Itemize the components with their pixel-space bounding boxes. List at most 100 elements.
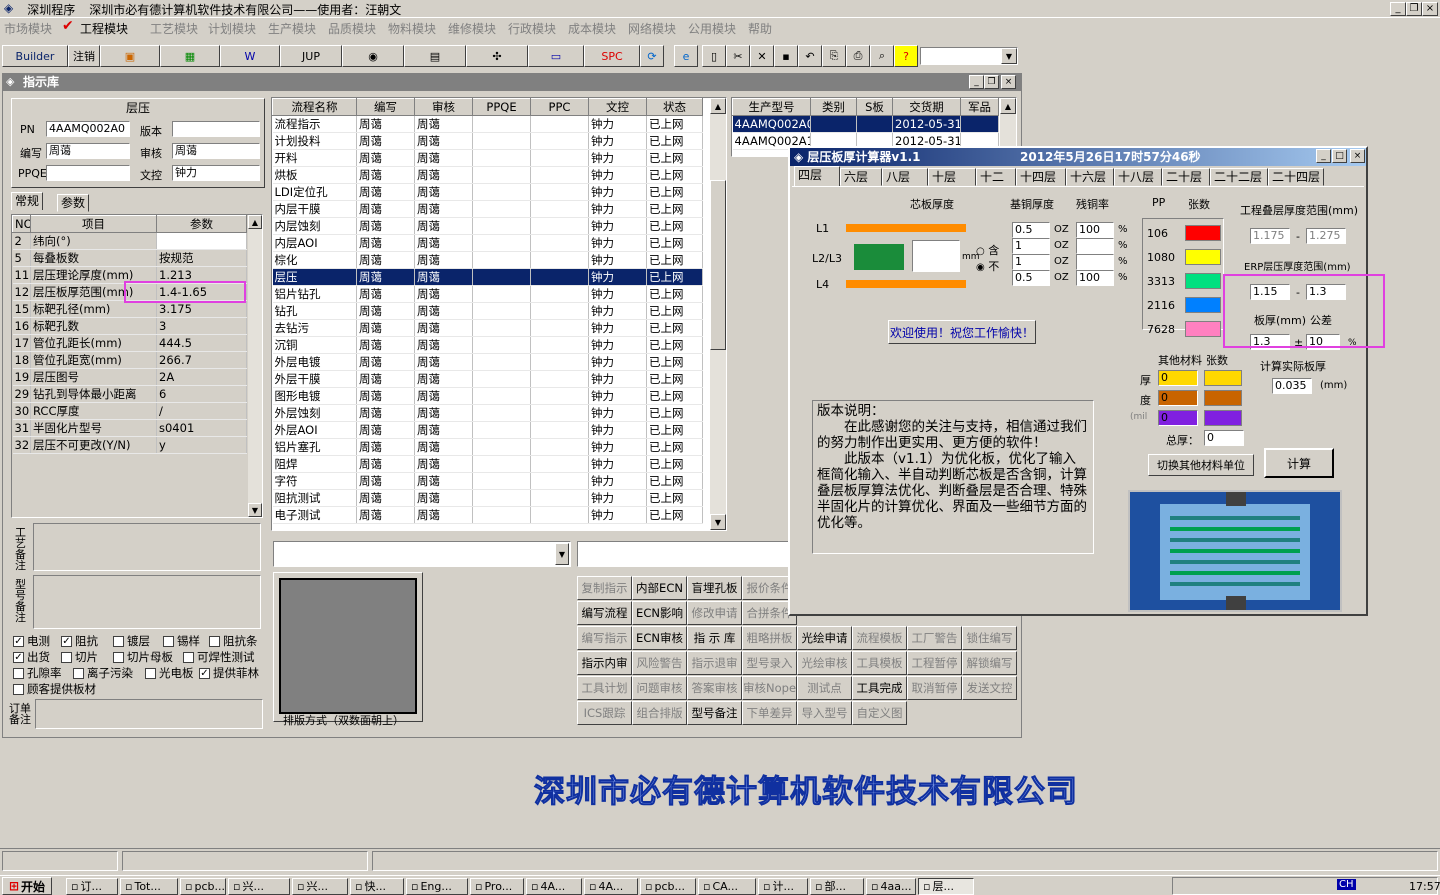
- process-col-header[interactable]: 文控: [588, 98, 647, 116]
- chevron-down-icon[interactable]: ▼: [1001, 48, 1017, 64]
- scroll-up-icon[interactable]: ▲: [1000, 98, 1016, 114]
- language-indicator[interactable]: CH: [1337, 879, 1356, 890]
- toolbar-combo[interactable]: ▼: [920, 47, 1018, 65]
- taskbar-item[interactable]: ▫ CA...: [698, 878, 756, 895]
- other-brown-field[interactable]: 0: [1158, 390, 1198, 406]
- menu-engineering[interactable]: 工程模块: [80, 20, 128, 37]
- excel-icon[interactable]: ▦: [160, 45, 220, 67]
- param-value[interactable]: 按规范: [156, 249, 247, 267]
- taskbar-item[interactable]: ▫ 层...: [918, 878, 974, 895]
- param-row[interactable]: 29 钻孔到导体最小距离 6: [12, 385, 247, 403]
- action-button[interactable]: 编写指示: [577, 626, 632, 650]
- residual-copper-field[interactable]: 100: [1076, 270, 1114, 286]
- range-min-field[interactable]: 1.175: [1250, 228, 1290, 244]
- param-value[interactable]: [156, 232, 247, 250]
- calc-maximize-button[interactable]: □: [1332, 149, 1347, 163]
- tab-layer[interactable]: 十层: [928, 168, 976, 186]
- params-scrollbar[interactable]: ▲ ▼: [248, 215, 262, 517]
- residual-copper-field[interactable]: [1076, 238, 1114, 254]
- option-checkbox[interactable]: 切片母板: [113, 649, 173, 665]
- action-button[interactable]: 下单差异: [742, 701, 797, 725]
- process-row[interactable]: 图形电镀 周蔼 周蔼 钟力 已上网: [272, 387, 703, 405]
- process-row[interactable]: 外层蚀刻 周蔼 周蔼 钟力 已上网: [272, 404, 703, 422]
- action-button[interactable]: 组合排版: [632, 701, 687, 725]
- option-checkbox[interactable]: 可焊性测试: [183, 649, 255, 665]
- action-button[interactable]: 导入型号: [797, 701, 852, 725]
- delete-icon[interactable]: ✕: [750, 45, 774, 67]
- model-note-input[interactable]: [33, 575, 261, 629]
- menu-market[interactable]: 市场模块: [4, 20, 52, 37]
- taskbar-item[interactable]: ▫ 部...: [810, 878, 864, 895]
- param-row[interactable]: 18 管位孔距宽(mm) 266.7: [12, 351, 247, 369]
- scroll-up-icon[interactable]: ▲: [248, 215, 262, 229]
- scroll-down-icon[interactable]: ▼: [248, 503, 262, 517]
- minimize-button[interactable]: _: [1390, 2, 1406, 16]
- action-button[interactable]: ECN审核: [632, 626, 687, 650]
- range-max-field[interactable]: 1.275: [1306, 228, 1346, 244]
- core-thickness-input[interactable]: [912, 240, 960, 272]
- craft-note-input[interactable]: [33, 523, 261, 571]
- taskbar-item[interactable]: ▫ Pro...: [470, 878, 524, 895]
- action-button[interactable]: 发送文控: [962, 676, 1017, 700]
- cut-icon[interactable]: ✂: [726, 45, 750, 67]
- menu-craft[interactable]: 工艺模块: [150, 20, 198, 37]
- not-contain-radio[interactable]: ◉ 不: [976, 258, 999, 274]
- pp-count-field[interactable]: [1185, 321, 1221, 337]
- menu-maintenance[interactable]: 维修模块: [448, 20, 496, 37]
- taskbar-item[interactable]: ▫ 快...: [350, 878, 404, 895]
- param-value[interactable]: 3: [156, 317, 247, 335]
- action-button[interactable]: 指 示 库: [687, 626, 742, 650]
- action-button[interactable]: 型号备注: [687, 701, 742, 725]
- scroll-down-icon[interactable]: ▼: [710, 514, 726, 530]
- preview-icon[interactable]: ⎘: [822, 45, 846, 67]
- process-row[interactable]: 字符 周蔼 周蔼 钟力 已上网: [272, 472, 703, 490]
- action-button[interactable]: 粗略拼板: [742, 626, 797, 650]
- inner-minimize-button[interactable]: _: [969, 75, 984, 89]
- scroll-thumb[interactable]: [710, 180, 726, 350]
- word-icon[interactable]: W: [220, 45, 280, 67]
- param-row[interactable]: 30 RCC厚度 /: [12, 402, 247, 420]
- option-checkbox[interactable]: ✓ 电测: [13, 633, 50, 649]
- residual-copper-field[interactable]: [1076, 254, 1114, 270]
- ie-icon[interactable]: e: [674, 45, 698, 67]
- process-row[interactable]: LDI定位孔 周蔼 周蔼 钟力 已上网: [272, 183, 703, 201]
- action-button[interactable]: 工具计划: [577, 676, 632, 700]
- residual-copper-field[interactable]: 100: [1076, 222, 1114, 238]
- process-row[interactable]: 计划投料 周蔼 周蔼 钟力 已上网: [272, 132, 703, 150]
- taskbar-item[interactable]: ▫ 兴...: [228, 878, 290, 895]
- jup-button[interactable]: JUP: [280, 45, 342, 67]
- logout-button[interactable]: 注销: [68, 45, 100, 67]
- taskbar-item[interactable]: ▫ 4aa...: [866, 878, 916, 895]
- action-button[interactable]: 取消暂停: [907, 676, 962, 700]
- order-row[interactable]: 4AAMQ002A0 2012-05-31: [732, 115, 999, 133]
- computer-icon[interactable]: ▭: [528, 45, 584, 67]
- pp-count-field[interactable]: [1185, 249, 1221, 265]
- action-button[interactable]: 光绘申请: [797, 626, 852, 650]
- order-col-header[interactable]: 军品: [960, 98, 999, 116]
- tab-layer[interactable]: 二十层: [1162, 168, 1210, 186]
- tab-layer[interactable]: 十六层: [1066, 168, 1114, 186]
- taskbar-item[interactable]: ▫ 订...: [66, 878, 118, 895]
- option-checkbox[interactable]: 孔隙率: [13, 665, 62, 681]
- option-checkbox[interactable]: 锡样: [163, 633, 200, 649]
- switch-unit-button[interactable]: 切换其他材料单位: [1148, 454, 1254, 476]
- other-purple-field[interactable]: 0: [1158, 410, 1198, 426]
- process-row[interactable]: 内层蚀刻 周蔼 周蔼 钟力 已上网: [272, 217, 703, 235]
- pp-count-field[interactable]: [1185, 297, 1221, 313]
- process-row[interactable]: 铝片塞孔 周蔼 周蔼 钟力 已上网: [272, 438, 703, 456]
- param-row[interactable]: 32 层压不可更改(Y/N) y: [12, 436, 247, 454]
- total-field[interactable]: 0: [1204, 430, 1244, 446]
- new-doc-icon[interactable]: ▯: [702, 45, 726, 67]
- tab-layer[interactable]: 八层: [882, 168, 928, 186]
- option-checkbox[interactable]: 顾客提供板材: [13, 681, 96, 697]
- calc-minimize-button[interactable]: _: [1316, 149, 1331, 163]
- param-value[interactable]: 266.7: [156, 351, 247, 369]
- contain-radio[interactable]: ○ 含: [976, 242, 999, 258]
- welcome-button[interactable]: 欢迎使用！祝您工作愉快！: [888, 320, 1036, 344]
- action-button[interactable]: 修改申请: [687, 601, 742, 625]
- actual-thickness-field[interactable]: 0.035: [1272, 378, 1312, 394]
- process-row[interactable]: 棕化 周蔼 周蔼 钟力 已上网: [272, 251, 703, 269]
- action-button[interactable]: 指示退审: [687, 651, 742, 675]
- taskbar-item[interactable]: ▫ Eng...: [406, 878, 468, 895]
- action-button[interactable]: 内部ECN: [632, 576, 687, 600]
